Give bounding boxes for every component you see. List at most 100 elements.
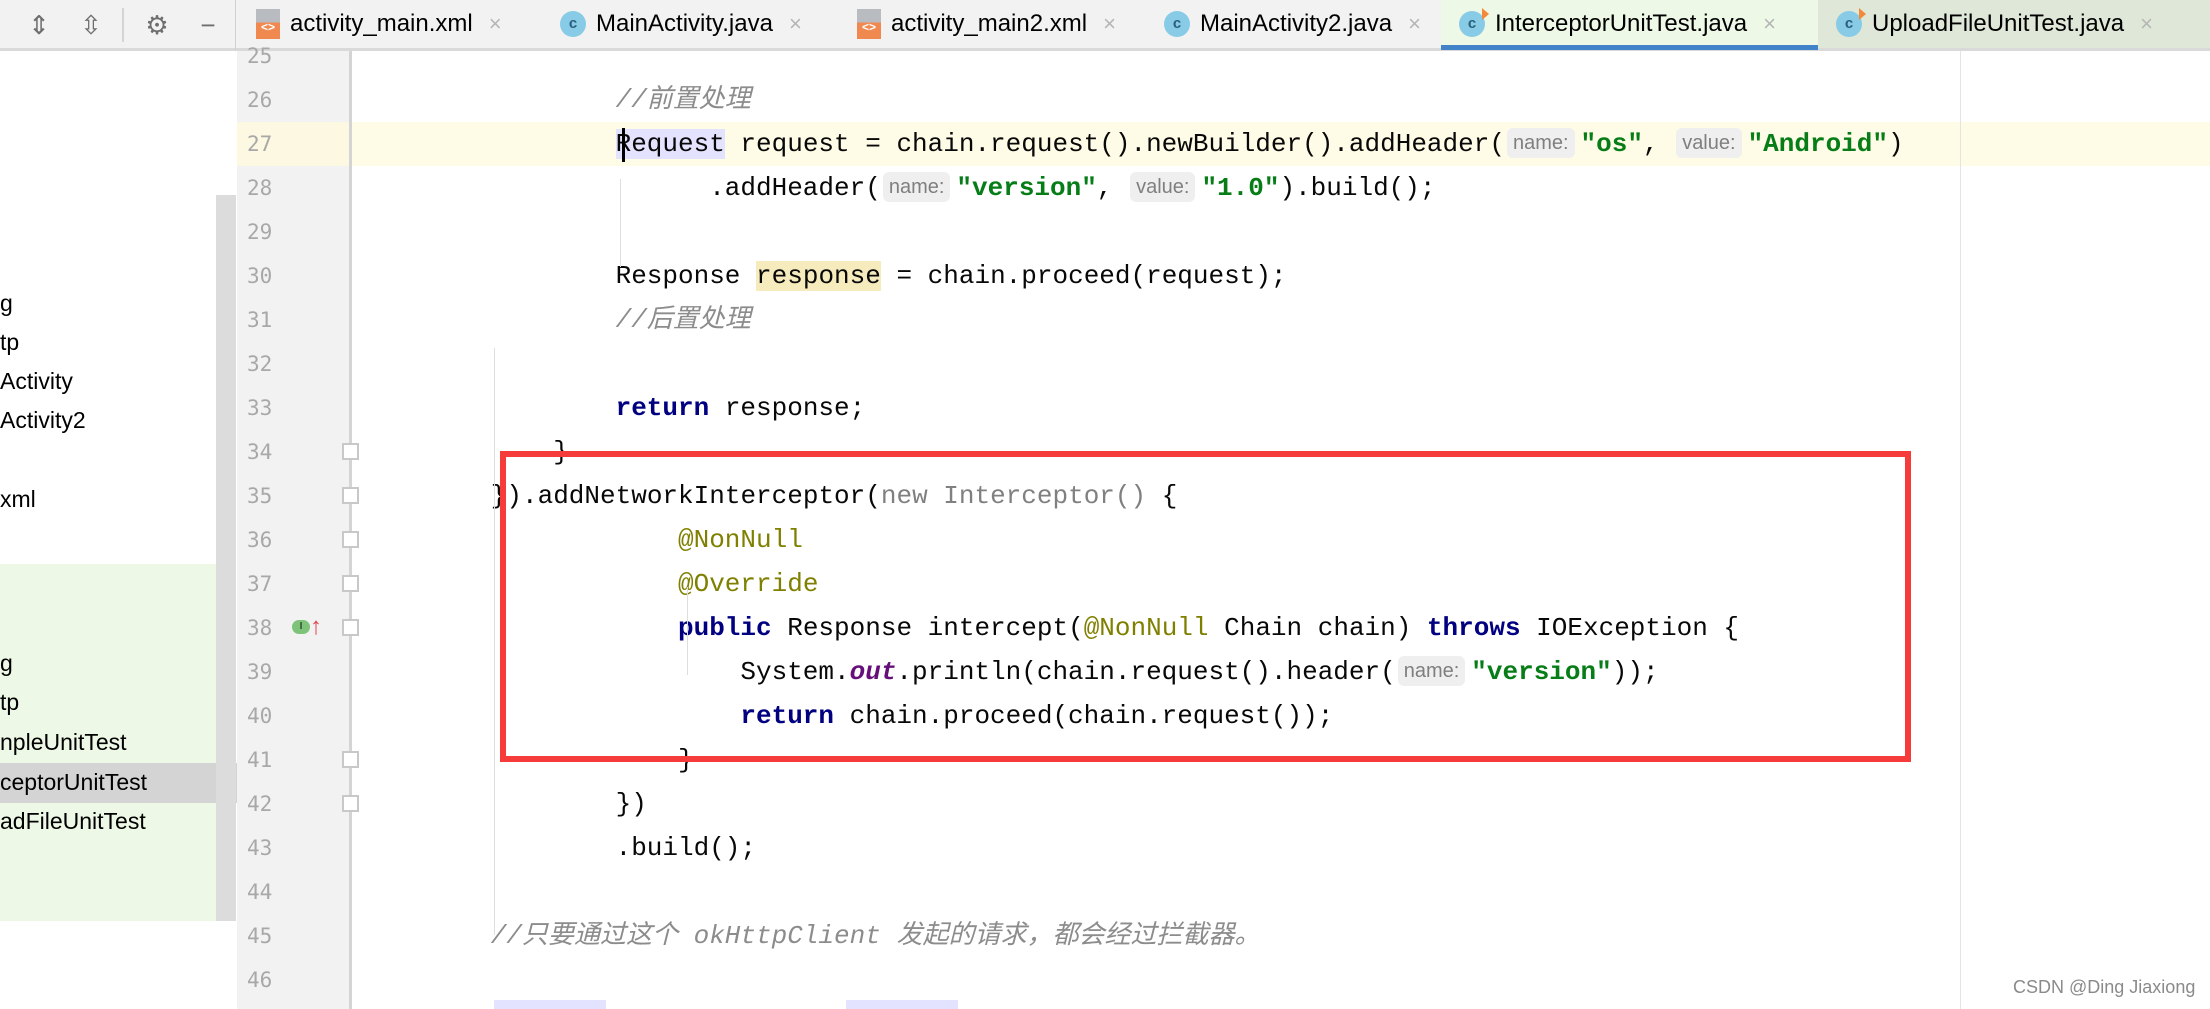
code-token: //前置处理 <box>615 85 751 115</box>
line-number: 42 <box>247 792 273 816</box>
code-line[interactable] <box>352 342 2210 386</box>
close-tab-icon[interactable]: × <box>1103 11 1116 37</box>
code-token: //只要通过这个 okHttpClient 发起的请求，都会经过拦截器。 <box>490 921 1261 951</box>
code-line[interactable]: Request request = chain.request().newBui… <box>352 122 2210 166</box>
code-token: "version" <box>956 173 1097 203</box>
line-number: 37 <box>247 572 273 596</box>
test-class-icon: c <box>1459 8 1489 37</box>
line-number: 46 <box>247 968 273 992</box>
code-line[interactable]: .build(); <box>352 826 2210 870</box>
code-token: response; <box>709 393 866 423</box>
tree-item[interactable]: adFileUnitTest <box>0 806 146 836</box>
tree-item[interactable]: Activity <box>0 366 73 396</box>
tab-label: MainActivity2.java <box>1200 10 1393 37</box>
line-number-gutter[interactable]: 25 26 27 28 29 30 31 32 33 34 35 36 37 38 39 40 41 42 43 44… <box>237 44 359 1009</box>
tab-label: UploadFileUnitTest.java <box>1872 10 2125 37</box>
close-tab-icon[interactable]: × <box>1763 11 1776 37</box>
tab-upload-file-unit-test-java[interactable]: c UploadFileUnitTest.java × <box>1818 0 2210 48</box>
tab-label: activity_main2.xml <box>891 10 1088 37</box>
line-number: 30 <box>247 264 273 288</box>
annotation-highlight-box <box>500 451 1911 762</box>
code-line[interactable] <box>352 958 2210 1002</box>
parameter-hint: value: <box>1676 128 1742 158</box>
parameter-hint: value: <box>1130 172 1196 202</box>
line-number: 32 <box>247 352 273 376</box>
code-line[interactable]: .addHeader(name: "version", value: "1.0").… <box>352 166 2210 210</box>
code-token: "os" <box>1580 129 1643 159</box>
close-tab-icon[interactable]: × <box>789 11 802 37</box>
code-token: request = chain.request().newBuilder().a… <box>724 129 1505 159</box>
override-up-arrow-icon[interactable]: ↑ <box>310 612 322 642</box>
line-number: 27 <box>247 132 273 156</box>
code-token: //后置处理 <box>615 305 751 335</box>
code-token: , <box>1642 129 1675 159</box>
tab-activity-main2-xml[interactable]: <> activity_main2.xml × <box>845 0 1150 48</box>
code-token: = chain.proceed(request); <box>880 261 1287 291</box>
class-letter: c <box>1467 15 1477 32</box>
code-line[interactable]: }) <box>352 782 2210 826</box>
line-number: 31 <box>247 308 273 332</box>
code-token: }) <box>615 789 647 819</box>
implements-method-icon[interactable]: I <box>292 620 310 634</box>
class-letter: c <box>1844 15 1854 32</box>
line-number: 41 <box>247 748 273 772</box>
code-line[interactable]: //后置处理 <box>352 298 2210 342</box>
code-line[interactable]: //前置处理 <box>352 78 2210 122</box>
close-tab-icon[interactable]: × <box>1408 11 1421 37</box>
code-token: return <box>615 393 710 423</box>
line-number: 33 <box>247 396 273 420</box>
gear-icon[interactable]: ⚙ <box>142 10 172 40</box>
java-class-icon: c <box>560 11 586 37</box>
code-line[interactable] <box>352 51 2210 78</box>
code-token: , <box>1096 173 1129 203</box>
minimize-icon[interactable]: − <box>193 10 223 40</box>
right-margin-guide <box>1960 51 1961 1009</box>
tree-item[interactable]: xml <box>0 484 36 514</box>
project-tree-scrollbar[interactable] <box>216 195 236 921</box>
tab-main-activity2-java[interactable]: c MainActivity2.java × <box>1152 0 1441 48</box>
line-number: 35 <box>247 484 273 508</box>
active-tab-indicator <box>1441 45 1818 50</box>
identifier-highlight <box>494 1000 606 1009</box>
tree-item[interactable]: tp <box>0 687 19 717</box>
tab-label: MainActivity.java <box>596 10 773 37</box>
xml-file-icon: <> <box>857 9 881 39</box>
text-caret <box>622 128 625 162</box>
close-tab-icon[interactable]: × <box>489 11 502 37</box>
close-tab-icon[interactable]: × <box>2140 11 2153 37</box>
test-class-icon: c <box>1836 8 1866 37</box>
line-number: 45 <box>247 924 273 948</box>
tab-interceptor-unit-test-java[interactable]: c InterceptorUnitTest.java × <box>1441 0 1818 50</box>
code-line[interactable]: Response response = chain.proceed(reques… <box>352 254 2210 298</box>
line-number: 29 <box>247 220 273 244</box>
tree-item-selected[interactable]: ceptorUnitTest <box>0 767 147 797</box>
expand-all-icon[interactable]: ⇕ <box>24 10 54 40</box>
code-line[interactable] <box>352 210 2210 254</box>
code-line[interactable]: //只要通过这个 okHttpClient 发起的请求，都会经过拦截器。 <box>352 914 2210 958</box>
tree-item[interactable]: g <box>0 648 13 678</box>
code-token: ).build(); <box>1279 173 1436 203</box>
code-token: ) <box>1888 129 1904 159</box>
tree-item[interactable]: tp <box>0 327 19 357</box>
code-token: "Android" <box>1747 129 1888 159</box>
collapse-all-icon[interactable]: ⇳ <box>76 10 106 40</box>
toolbar-divider <box>235 0 236 51</box>
code-line[interactable]: return response; <box>352 386 2210 430</box>
tree-item[interactable]: g <box>0 288 13 318</box>
project-tree-panel: g tp Activity Activity2 xml g tp npleUni… <box>0 51 237 1009</box>
line-number: 36 <box>247 528 273 552</box>
watermark: CSDN @Ding Jiaxiong <box>2013 977 2196 997</box>
tab-main-activity-java[interactable]: c MainActivity.java × <box>548 0 843 48</box>
tab-label: InterceptorUnitTest.java <box>1495 10 1748 37</box>
code-token: .addHeader( <box>709 173 881 203</box>
tree-item[interactable]: Activity2 <box>0 405 86 435</box>
indent-guide <box>494 348 495 935</box>
tree-item[interactable]: npleUnitTest <box>0 727 127 757</box>
tab-activity-main-xml[interactable]: <> activity_main.xml × <box>244 0 538 48</box>
line-number: 28 <box>247 176 273 200</box>
line-number: 25 <box>247 44 273 68</box>
code-line[interactable] <box>352 870 2210 914</box>
code-token: "1.0" <box>1201 173 1280 203</box>
line-number: 39 <box>247 660 273 684</box>
line-number: 34 <box>247 440 273 464</box>
